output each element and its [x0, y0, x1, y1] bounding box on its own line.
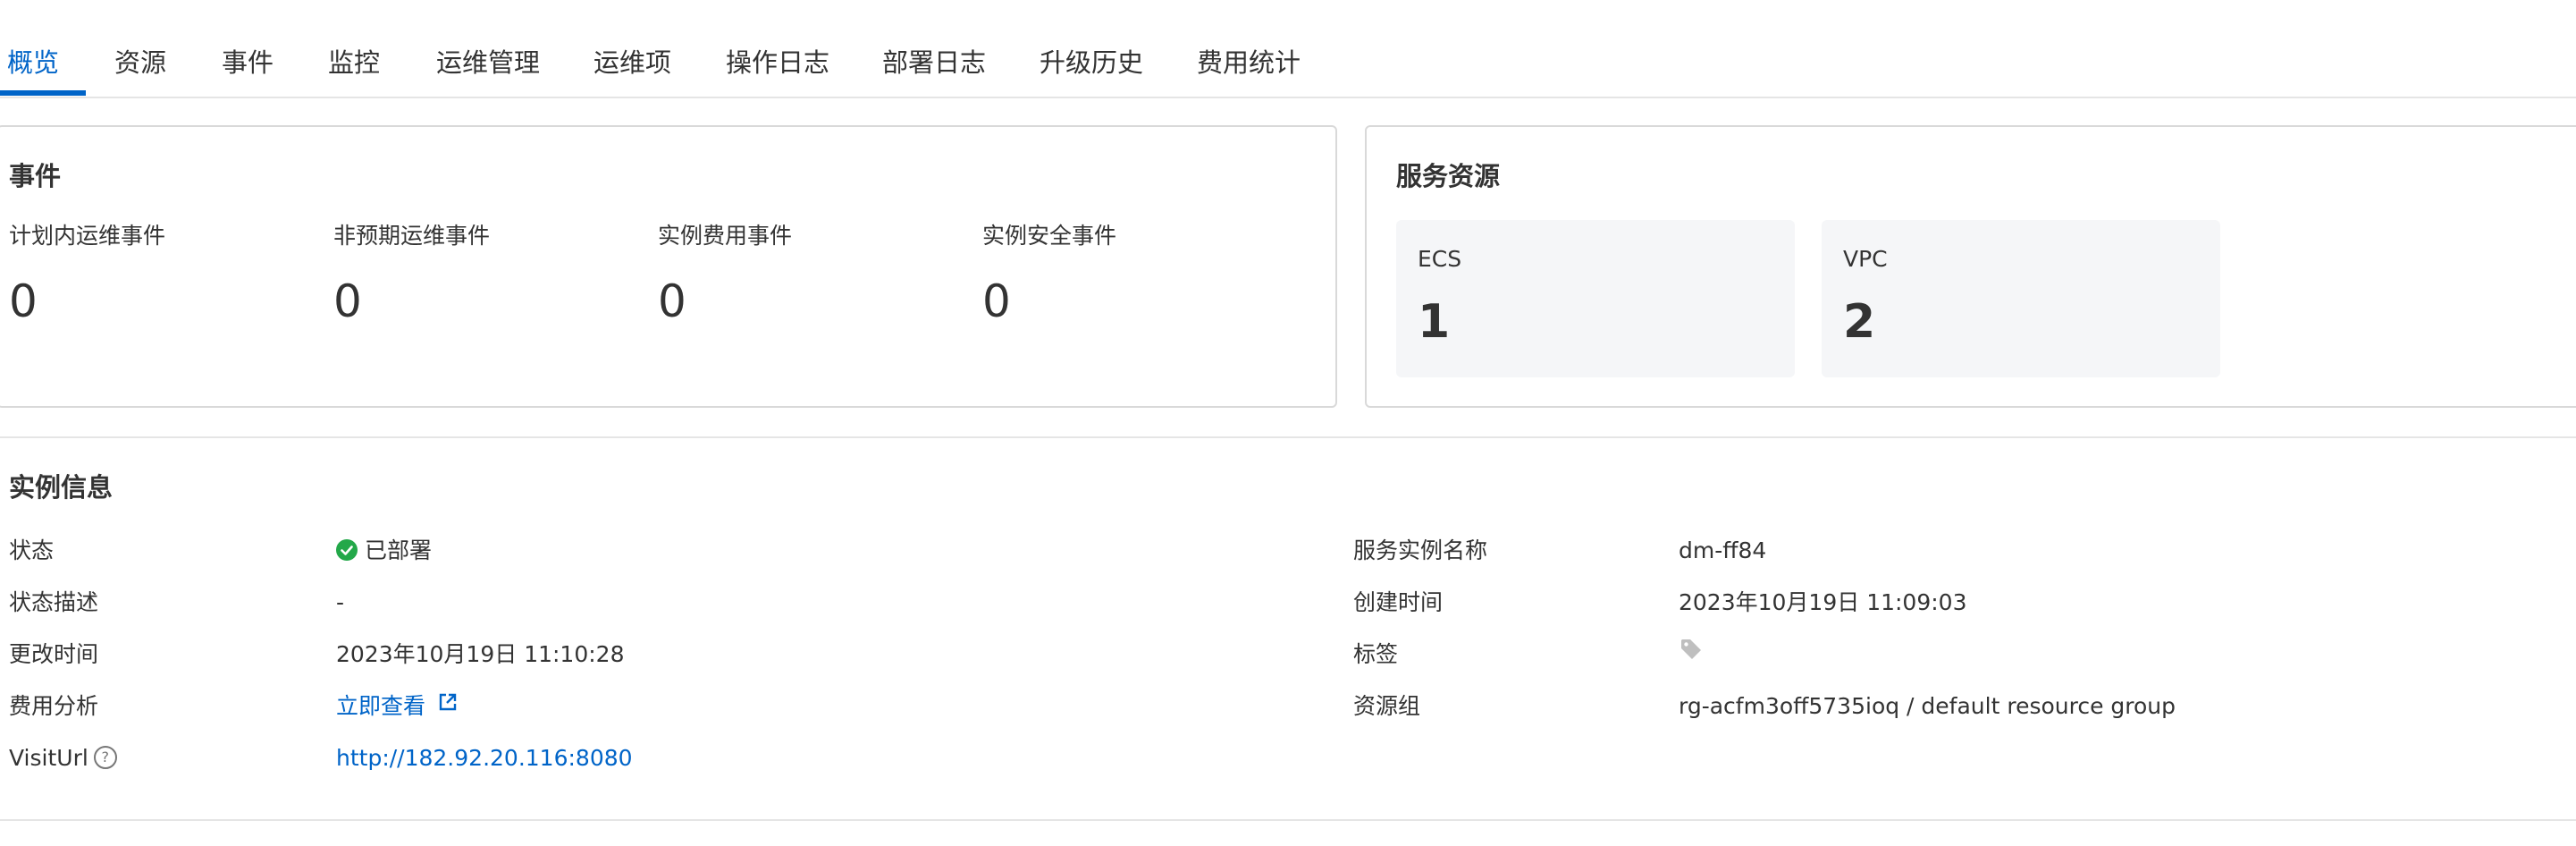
tab-bar: 概览 资源 事件 监控 运维管理 运维项 操作日志 部署日志 升级历史 费用统计	[0, 0, 2576, 98]
tags-label: 标签	[1353, 641, 1399, 667]
instance-security-events-value: 0	[982, 275, 1011, 327]
resource-tile-ecs[interactable]: ECS 1	[1396, 220, 1795, 377]
resource-ecs-count: 1	[1418, 295, 1451, 349]
service-instance-name-value: dm-ff84	[1679, 537, 1767, 563]
instance-cost-events-label: 实例费用事件	[658, 223, 793, 249]
check-circle-icon	[336, 539, 358, 561]
resource-ecs-label: ECS	[1418, 246, 1462, 272]
resource-tile-vpc[interactable]: VPC 2	[1822, 220, 2220, 377]
resource-vpc-label: VPC	[1843, 246, 1888, 272]
resource-group-label: 资源组	[1353, 693, 1421, 719]
visit-url-label-row: VisitUrl?	[9, 742, 117, 774]
unexpected-ops-events-value: 0	[333, 275, 362, 327]
instance-cost-events-value: 0	[658, 275, 686, 327]
instance-info-title: 实例信息	[9, 472, 114, 503]
external-link-icon[interactable]	[438, 689, 458, 721]
cost-analysis-label: 费用分析	[9, 693, 99, 719]
status-label: 状态	[9, 537, 55, 563]
service-instance-name-label: 服务实例名称	[1353, 537, 1488, 563]
cost-analysis-value-row: 立即查看	[336, 690, 458, 723]
modified-time-label: 更改时间	[9, 641, 99, 667]
active-tab-indicator	[0, 90, 86, 96]
events-card	[0, 125, 1337, 408]
status-description-label: 状态描述	[9, 589, 99, 615]
modified-time-value: 2023年10月19日 11:10:28	[336, 641, 625, 667]
created-time-label: 创建时间	[1353, 589, 1444, 615]
planned-ops-events-label: 计划内运维事件	[9, 223, 166, 249]
question-circle-icon[interactable]: ?	[93, 746, 117, 769]
tab-ops-management[interactable]: 运维管理	[436, 45, 540, 80]
tab-events[interactable]: 事件	[222, 45, 274, 80]
tab-overview[interactable]: 概览	[7, 45, 59, 80]
created-time-value: 2023年10月19日 11:09:03	[1679, 589, 1967, 615]
section-divider	[0, 436, 2576, 438]
tab-cost-statistics[interactable]: 费用统计	[1197, 45, 1301, 80]
instance-security-events-label: 实例安全事件	[982, 223, 1117, 249]
status-value: 已部署	[365, 537, 433, 563]
resource-vpc-count: 2	[1843, 295, 1876, 349]
tab-deployment-log[interactable]: 部署日志	[882, 45, 986, 80]
visit-url-link[interactable]: http://182.92.20.116:8080	[336, 742, 633, 774]
tags-value	[1679, 639, 1704, 673]
tab-monitoring[interactable]: 监控	[328, 45, 380, 80]
bottom-divider	[0, 819, 2576, 821]
tab-upgrade-history[interactable]: 升级历史	[1040, 45, 1143, 80]
tab-operation-log[interactable]: 操作日志	[726, 45, 829, 80]
view-cost-link[interactable]: 立即查看	[336, 693, 425, 719]
service-resources-card-title: 服务资源	[1396, 161, 1501, 191]
status-description-value: -	[336, 589, 345, 615]
tab-resources[interactable]: 资源	[114, 45, 166, 80]
events-card-title: 事件	[9, 161, 62, 191]
tab-ops-items[interactable]: 运维项	[593, 45, 671, 80]
tag-icon[interactable]	[1679, 637, 1704, 671]
visit-url-label: VisitUrl	[9, 745, 88, 771]
unexpected-ops-events-label: 非预期运维事件	[333, 223, 491, 249]
planned-ops-events-value: 0	[9, 275, 38, 327]
resource-group-value: rg-acfm3off5735ioq / default resource gr…	[1679, 693, 2176, 719]
status-value-row: 已部署	[336, 535, 432, 567]
